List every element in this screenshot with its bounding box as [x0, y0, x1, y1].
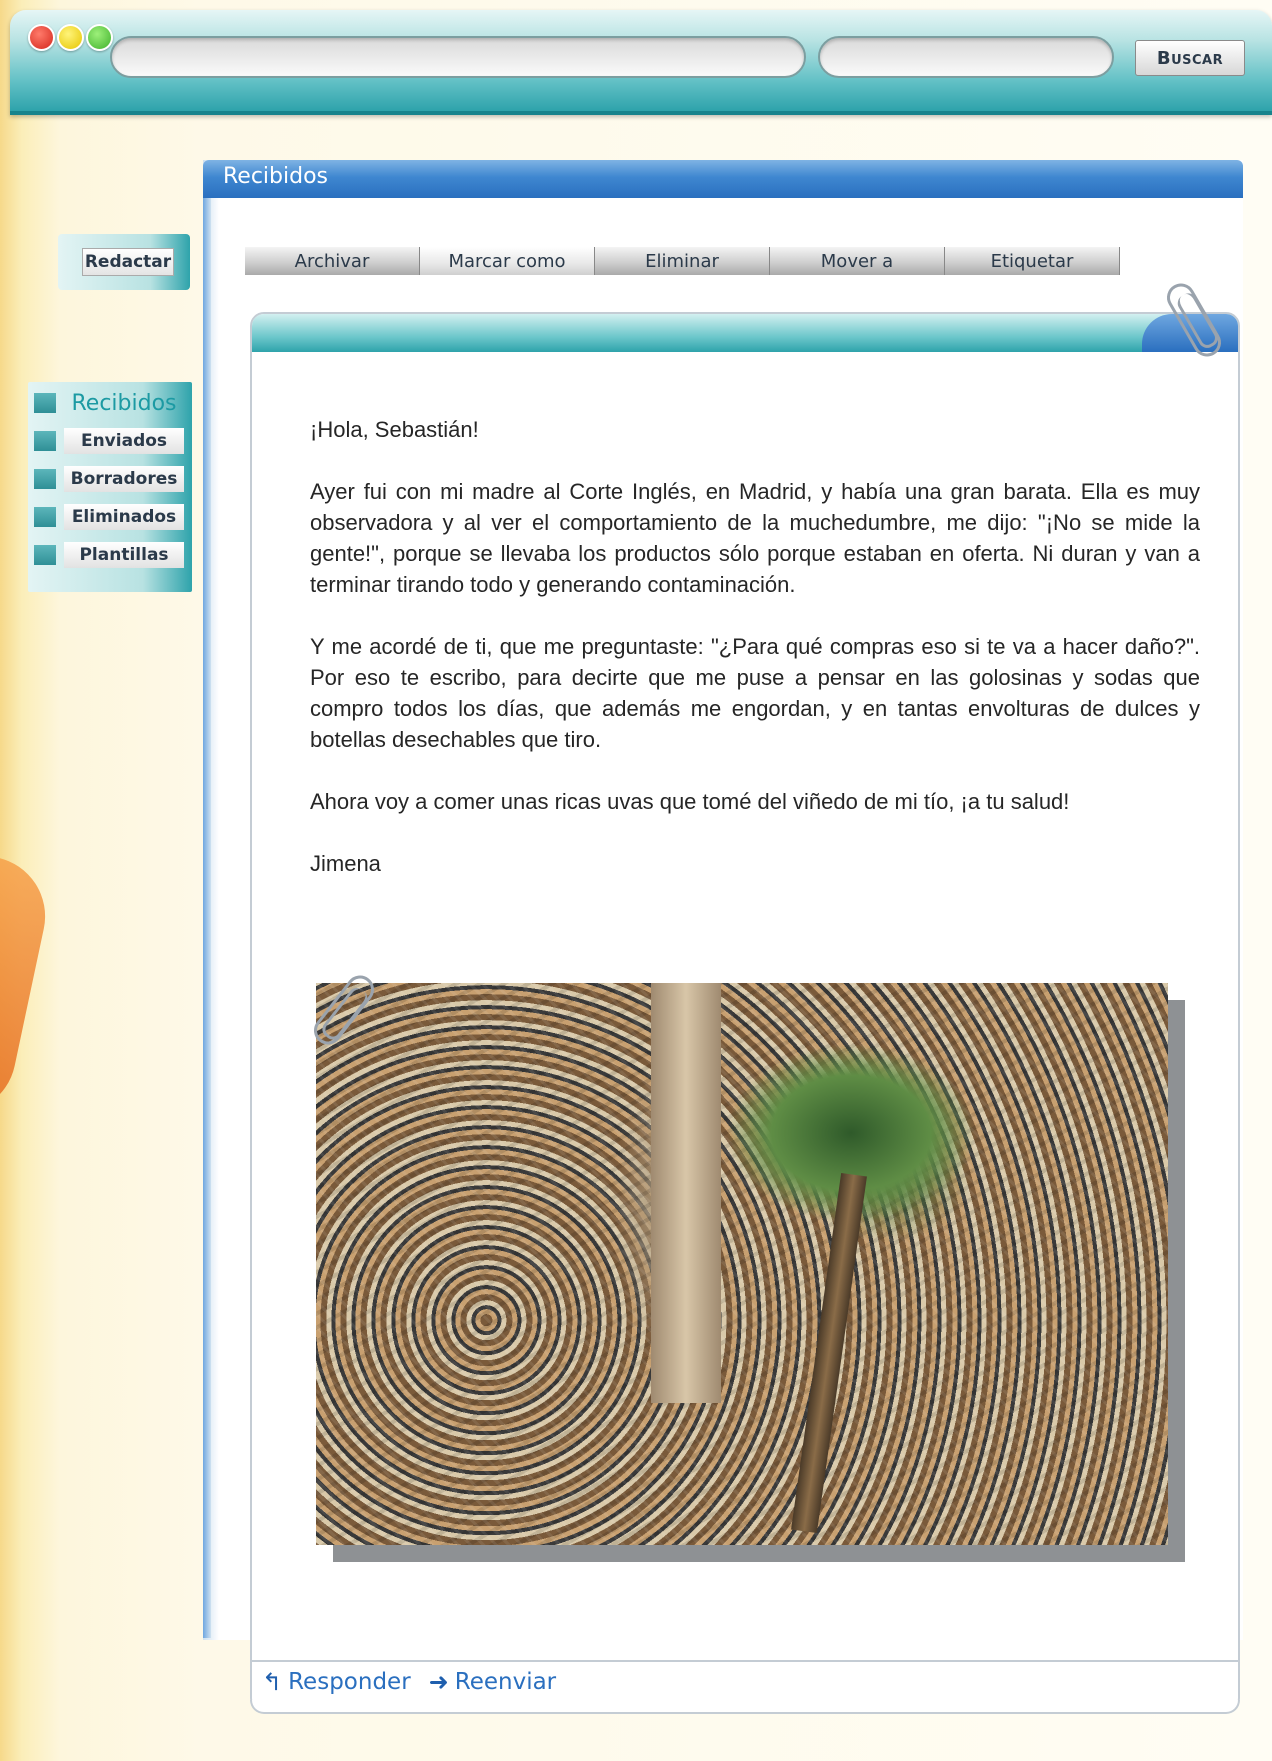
reply-arrow-icon: ↰	[262, 1668, 283, 1696]
folder-item-inbox[interactable]: Recibidos	[34, 388, 184, 418]
message-paragraph: Ahora voy a comer unas ricas uvas que to…	[310, 789, 1070, 814]
attached-photo-crowded-food-court[interactable]	[316, 983, 1168, 1545]
folder-marker-icon	[34, 431, 56, 451]
decorative-swoosh	[0, 855, 57, 1125]
message-toolbar: Archivar Marcar como Eliminar Mover a Et…	[245, 247, 1120, 275]
folder-label: Enviados	[64, 428, 184, 454]
compose-button[interactable]: Redactar	[82, 248, 174, 276]
message-paragraph: Y me acordé de ti, que me preguntaste: "…	[310, 634, 1200, 752]
address-bar[interactable]	[110, 36, 806, 78]
label-button[interactable]: Etiquetar	[945, 247, 1120, 275]
forward-button[interactable]: ➜ Reenviar	[429, 1668, 557, 1696]
folder-marker-icon	[34, 469, 56, 489]
message-greeting: ¡Hola, Sebastián!	[310, 417, 479, 442]
forward-arrow-icon: ➜	[428, 1668, 449, 1696]
delete-button[interactable]: Eliminar	[595, 247, 770, 275]
folder-marker-icon	[34, 393, 56, 413]
folder-label: Eliminados	[64, 504, 184, 530]
footer-divider	[250, 1660, 1240, 1662]
inbox-header: Recibidos	[203, 160, 1243, 198]
mark-as-button[interactable]: Marcar como	[420, 247, 595, 275]
folder-item-sent[interactable]: Enviados	[34, 426, 184, 456]
folder-label: Recibidos	[71, 390, 177, 416]
reply-button[interactable]: ↰ Responder	[262, 1668, 411, 1696]
window-controls	[28, 24, 113, 51]
message-card-bottom	[250, 1700, 1240, 1714]
folder-item-deleted[interactable]: Eliminados	[34, 502, 184, 532]
forward-label: Reenviar	[454, 1669, 557, 1695]
photo-palm-trunk	[791, 1172, 867, 1534]
photo-column	[651, 983, 721, 1403]
folder-item-templates[interactable]: Plantillas	[34, 540, 184, 570]
mail-window-edge	[203, 198, 211, 1638]
folder-list: Recibidos Enviados Borradores Eliminados…	[28, 382, 192, 592]
search-input[interactable]	[818, 36, 1114, 78]
folder-item-drafts[interactable]: Borradores	[34, 464, 184, 494]
message-header-band	[252, 314, 1238, 352]
maximize-window-icon[interactable]	[86, 24, 113, 51]
folder-marker-icon	[34, 507, 56, 527]
message-body: ¡Hola, Sebastián! Ayer fui con mi madre …	[310, 414, 1200, 910]
folder-marker-icon	[34, 545, 56, 565]
close-window-icon[interactable]	[28, 24, 55, 51]
folder-label: Plantillas	[64, 542, 184, 568]
message-paragraph: Ayer fui con mi madre al Corte Inglés, e…	[310, 479, 1200, 597]
message-signature: Jimena	[310, 851, 381, 876]
move-to-button[interactable]: Mover a	[770, 247, 945, 275]
search-button[interactable]: Buscar	[1135, 40, 1245, 76]
archive-button[interactable]: Archivar	[245, 247, 420, 275]
folder-label: Borradores	[64, 466, 184, 492]
message-actions: ↰ Responder ➜ Reenviar	[262, 1668, 556, 1696]
minimize-window-icon[interactable]	[57, 24, 84, 51]
compose-panel: Redactar	[58, 234, 190, 290]
reply-label: Responder	[288, 1669, 411, 1695]
inbox-title: Recibidos	[223, 164, 329, 189]
